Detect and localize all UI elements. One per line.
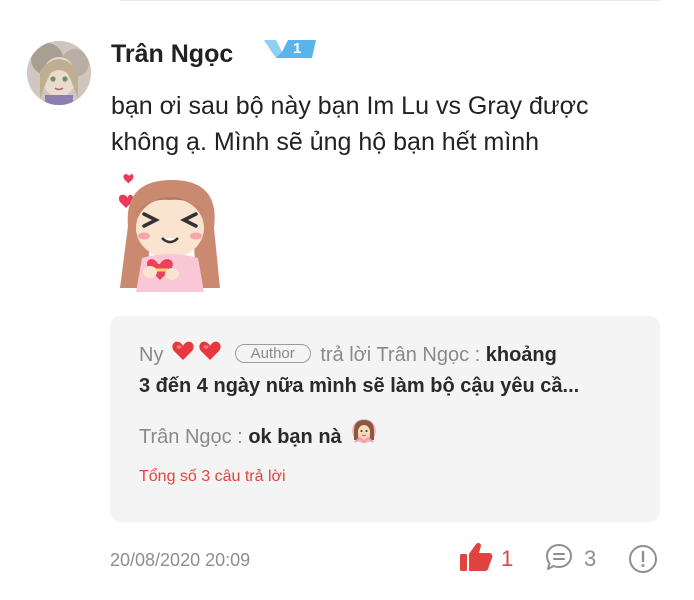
- avatar[interactable]: [27, 41, 91, 105]
- reply-item: Ny Author trả lời Trân Ngọc : khoảng: [139, 340, 557, 371]
- reply-author-name[interactable]: Ny: [139, 344, 163, 366]
- comment-text: bạn ơi sau bộ này bạn Im Lu vs Gray được…: [111, 92, 589, 156]
- reply-text: ok bạn nà: [248, 425, 342, 448]
- report-icon: [628, 545, 658, 578]
- reply-text-continued: 3 đến 4 ngày nữa mình sẽ làm bộ cậu yêu …: [139, 371, 579, 401]
- total-replies-link[interactable]: Tổng số 3 câu trả lời: [139, 466, 286, 488]
- sticker-image: [110, 172, 230, 292]
- like-icon: [459, 542, 493, 577]
- reply-to-label: trả lời Trân Ngọc :: [320, 344, 481, 366]
- reply-author-name[interactable]: Trân Ngọc :: [139, 426, 243, 448]
- like-count: 1: [501, 546, 514, 571]
- reply-box[interactable]: Ny Author trả lời Trân Ngọc : khoảng 3 đ…: [110, 316, 660, 522]
- comment-icon: [544, 542, 574, 577]
- comment-timestamp: 20/08/2020 20:09: [110, 550, 251, 570]
- like-button[interactable]: 1: [459, 542, 514, 577]
- reply-button[interactable]: 3: [544, 543, 596, 575]
- heart-icon: [171, 340, 223, 371]
- reply-text-line2: 3 đến 4 ngày nữa mình sẽ làm bộ cậu yêu …: [139, 375, 580, 397]
- level-badge-icon: 1: [262, 38, 318, 60]
- reply-count: 3: [584, 546, 597, 571]
- reply-text: khoảng: [485, 344, 557, 366]
- emoji-icon: [351, 418, 377, 453]
- author-tag: Author: [234, 344, 311, 364]
- reply-item: Trân Ngọc : ok bạn nà: [139, 418, 377, 455]
- comment-author-name[interactable]: Trân Ngọc: [111, 39, 233, 69]
- report-button[interactable]: [628, 544, 658, 574]
- top-divider: [120, 0, 660, 1]
- level-number: 1: [293, 40, 302, 57]
